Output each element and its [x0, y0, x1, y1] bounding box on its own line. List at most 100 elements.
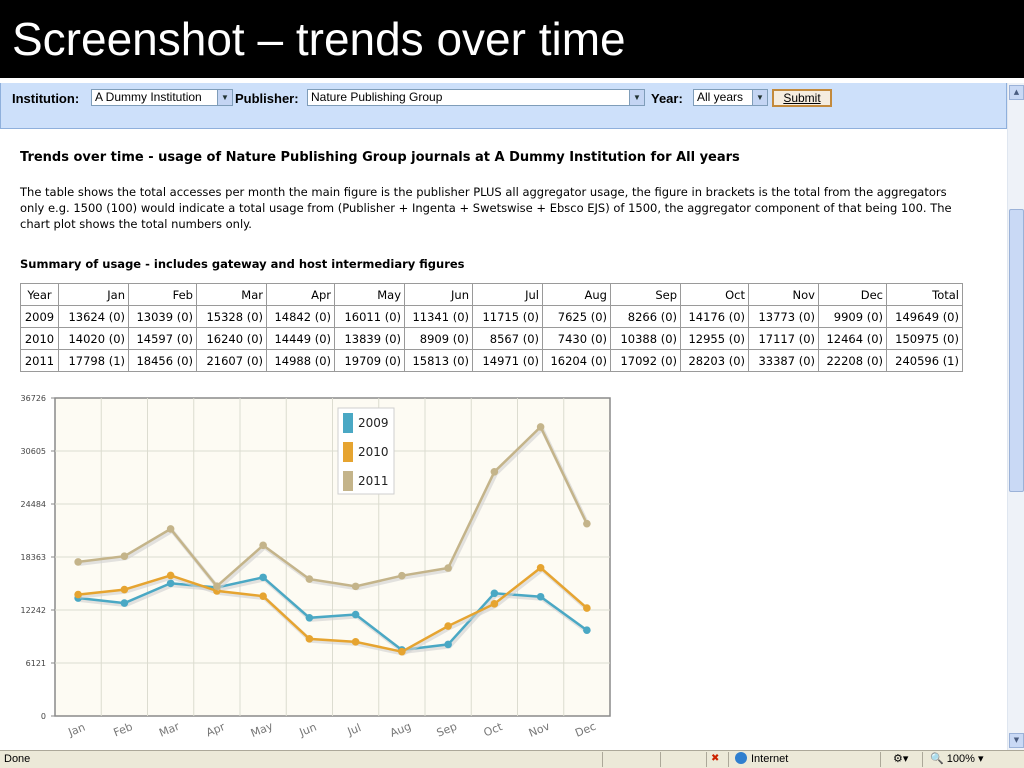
table-cell: 149649 (0)	[886, 305, 963, 328]
table-cell: 13624 (0)	[58, 305, 129, 328]
table-cell: 11341 (0)	[404, 305, 473, 328]
submit-button[interactable]: Submit	[772, 89, 832, 107]
table-cell: 14176 (0)	[680, 305, 749, 328]
table-cell: 13039 (0)	[128, 305, 197, 328]
data-point-2010	[490, 600, 499, 608]
arrow-up-icon[interactable]: ▲	[1009, 85, 1024, 100]
x-tick-label: Dec	[573, 720, 598, 740]
data-point-2011	[166, 525, 175, 533]
x-tick-label: Apr	[204, 720, 227, 739]
institution-label: Institution:	[12, 91, 80, 106]
data-point-2011	[259, 541, 267, 550]
x-tick-label: Nov	[527, 720, 552, 740]
status-divider	[706, 752, 707, 767]
browser-viewport: Institution: A Dummy Institution ▼ Publi…	[0, 78, 1024, 750]
x-tick-label: Aug	[388, 720, 413, 740]
table-header-row: Year Jan Feb Mar Apr May Jun Jul Aug Sep Oct Nov Dec…	[20, 283, 963, 306]
chevron-down-icon[interactable]: ▼	[629, 90, 644, 105]
scrollbar-thumb[interactable]	[1009, 209, 1024, 492]
data-point-2010	[444, 622, 452, 630]
zone-label: Internet	[751, 753, 789, 765]
filter-bar: Institution: A Dummy Institution ▼ Publi…	[0, 83, 1007, 129]
data-point-2011	[583, 519, 591, 528]
table-row: 2010 14020 (0) 14597 (0) 16240 (0) 14449 (0)…	[20, 327, 963, 350]
table-cell: 7430 (0)	[542, 327, 611, 350]
y-tick-label: 0	[41, 712, 46, 721]
summary-heading: Summary of usage - includes gateway and …	[20, 257, 465, 271]
data-point-2011	[444, 564, 452, 572]
data-point-2009	[490, 589, 499, 598]
chevron-down-icon[interactable]: ▼	[217, 90, 232, 105]
data-point-2009	[120, 599, 129, 607]
table-cell: 14597 (0)	[128, 327, 197, 350]
column-header-jan: Jan	[58, 283, 129, 306]
table-cell: 14449 (0)	[266, 327, 335, 350]
table-cell: 2009	[20, 305, 59, 328]
table-cell: 17117 (0)	[748, 327, 819, 350]
status-divider	[660, 752, 661, 767]
publisher-value: Nature Publishing Group	[311, 90, 443, 104]
y-tick-label: 36726	[21, 394, 46, 403]
zoom-control[interactable]: 🔍 100% ▾	[930, 752, 983, 765]
vertical-scrollbar[interactable]: ▲ ▼	[1007, 83, 1024, 750]
x-tick-label: Jul	[345, 721, 363, 738]
table-cell: 14988 (0)	[266, 349, 335, 372]
table-cell: 12955 (0)	[680, 327, 749, 350]
status-divider	[922, 752, 923, 767]
data-point-2010	[351, 638, 360, 646]
x-tick-label: Sep	[435, 720, 459, 740]
data-point-2010	[120, 585, 129, 594]
table-cell: 16011 (0)	[334, 305, 405, 328]
data-point-2010	[74, 590, 82, 599]
data-point-2009	[305, 614, 314, 622]
table-cell: 15328 (0)	[196, 305, 267, 328]
legend-swatch-2011	[343, 471, 353, 491]
institution-select[interactable]: A Dummy Institution ▼	[91, 89, 233, 106]
data-point-2010	[305, 635, 314, 643]
protected-mode-icon[interactable]: ⚙▾	[893, 752, 908, 765]
table-cell: 11715 (0)	[472, 305, 543, 328]
legend-label-2010: 2010	[358, 445, 389, 459]
data-point-2009	[351, 610, 360, 619]
data-point-2011	[213, 582, 221, 591]
globe-icon	[735, 752, 747, 764]
data-point-2011	[120, 552, 129, 560]
y-tick-label: 6121	[26, 659, 46, 668]
table-cell: 150975 (0)	[886, 327, 963, 350]
table-cell: 16204 (0)	[542, 349, 611, 372]
table-cell: 8909 (0)	[404, 327, 473, 350]
arrow-down-icon[interactable]: ▼	[1009, 733, 1024, 748]
data-point-2011	[398, 571, 406, 580]
table-cell: 28203 (0)	[680, 349, 749, 372]
table-cell: 12464 (0)	[818, 327, 887, 350]
table-cell: 13839 (0)	[334, 327, 405, 350]
y-tick-label: 18363	[21, 553, 46, 562]
data-point-2010	[398, 647, 406, 656]
x-tick-label: Feb	[112, 720, 135, 739]
column-header-sep: Sep	[610, 283, 681, 306]
column-header-dec: Dec	[818, 283, 887, 306]
x-tick-label: Oct	[482, 720, 505, 739]
table-cell: 17092 (0)	[610, 349, 681, 372]
x-tick-label: May	[249, 719, 275, 740]
year-select[interactable]: All years ▼	[693, 89, 768, 106]
y-tick-label: 12242	[21, 606, 46, 615]
institution-value: A Dummy Institution	[95, 90, 202, 104]
table-cell: 9909 (0)	[818, 305, 887, 328]
publisher-label: Publisher:	[235, 91, 299, 106]
year-label: Year:	[651, 91, 683, 106]
table-row: 2009 13624 (0) 13039 (0) 15328 (0) 14842 (0)…	[20, 305, 963, 328]
publisher-select[interactable]: Nature Publishing Group ▼	[307, 89, 645, 106]
chevron-down-icon[interactable]: ▼	[752, 90, 767, 105]
column-header-jul: Jul	[472, 283, 543, 306]
column-header-jun: Jun	[404, 283, 473, 306]
table-cell: 7625 (0)	[542, 305, 611, 328]
data-point-2009	[536, 592, 545, 601]
data-point-2011	[305, 575, 314, 583]
security-zone[interactable]: Internet	[735, 752, 788, 765]
legend-swatch-2010	[343, 442, 353, 462]
y-tick-label: 24484	[21, 500, 46, 509]
column-header-oct: Oct	[680, 283, 749, 306]
column-header-aug: Aug	[542, 283, 611, 306]
table-cell: 8567 (0)	[472, 327, 543, 350]
